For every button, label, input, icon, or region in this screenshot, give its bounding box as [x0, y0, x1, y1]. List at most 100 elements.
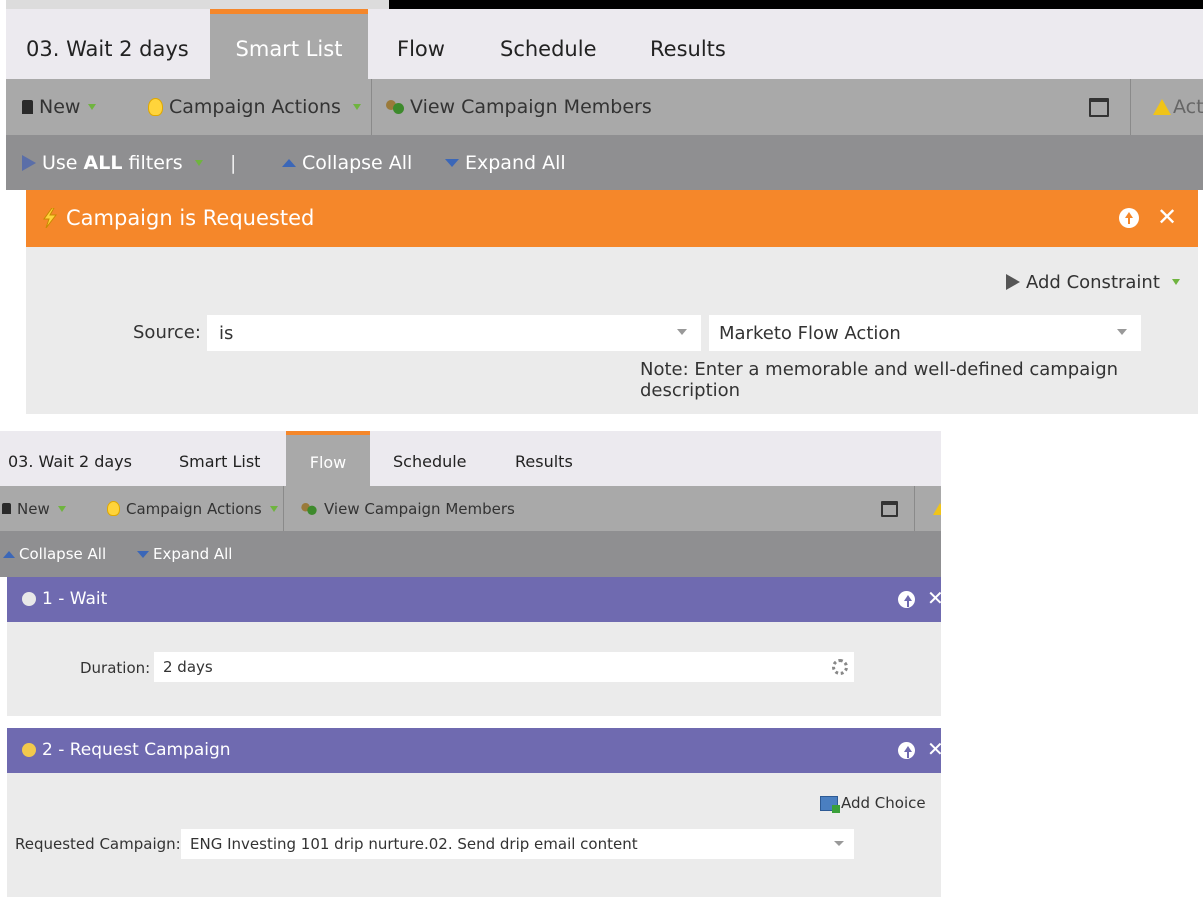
dropdown-arrow-icon — [57, 505, 66, 512]
tab-smart-list[interactable]: Smart List — [210, 9, 368, 79]
toolbar-divider — [371, 79, 372, 135]
requested-campaign-select[interactable]: ENG Investing 101 drip nurture.02. Send … — [181, 829, 854, 859]
warning-icon — [1153, 99, 1171, 115]
toolbar-divider — [283, 486, 284, 531]
chevron-down-icon — [834, 841, 844, 846]
flow-step-wait-header: 1 - Wait ✕ — [7, 577, 941, 622]
move-up-icon[interactable] — [1119, 208, 1139, 228]
collapse-all-button[interactable]: Collapse All — [282, 135, 412, 190]
source-operator-select[interactable]: is — [207, 315, 701, 351]
trigger-body: Add Constraint Source: is Marketo Flow A… — [26, 247, 1198, 414]
activity-button[interactable]: Act — [1153, 79, 1203, 135]
constraint-icon — [1006, 274, 1020, 290]
trigger-bolt-icon — [43, 208, 58, 228]
expand-icon — [137, 550, 149, 558]
collapse-all-label: Collapse All — [302, 151, 413, 174]
collapse-all-button[interactable]: Collapse All — [3, 531, 106, 577]
tab-bar: 03. Wait 2 days Smart List Flow Schedule… — [0, 431, 941, 486]
tab-results[interactable]: Results — [650, 9, 726, 79]
gear-icon[interactable] — [832, 659, 848, 675]
campaign-actions-label: Campaign Actions — [126, 499, 262, 518]
lightbulb-icon — [107, 501, 120, 516]
trigger-header: Campaign is Requested ✕ — [26, 190, 1198, 247]
requested-campaign-value: ENG Investing 101 drip nurture.02. Send … — [190, 835, 638, 853]
toolbar-divider — [914, 486, 915, 531]
new-menu-label: New — [39, 96, 81, 118]
collapse-all-label: Collapse All — [19, 545, 107, 563]
new-menu-button[interactable]: New — [2, 486, 66, 531]
toolbar-divider — [1130, 79, 1131, 135]
add-constraint-label: Add Constraint — [1026, 271, 1160, 293]
new-document-icon — [2, 503, 11, 514]
people-icon — [384, 98, 406, 116]
window-toggle-button[interactable] — [881, 486, 898, 531]
view-campaign-members-button[interactable]: View Campaign Members — [298, 486, 515, 531]
campaign-actions-button[interactable]: Campaign Actions — [107, 486, 278, 531]
duration-label: Duration: — [80, 659, 151, 677]
chevron-down-icon — [677, 329, 687, 335]
campaign-actions-button[interactable]: Campaign Actions — [148, 79, 361, 135]
source-operator-value: is — [219, 322, 234, 344]
tab-campaign-name[interactable]: 03. Wait 2 days — [26, 9, 189, 79]
new-menu-label: New — [17, 499, 50, 518]
view-campaign-members-label: View Campaign Members — [324, 499, 515, 518]
chevron-down-icon — [1117, 329, 1127, 335]
flow-step-wait-body: Duration: 2 days — [7, 622, 941, 716]
dropdown-arrow-icon — [194, 159, 203, 166]
toolbar: New Campaign Actions View Campaign Membe… — [0, 486, 941, 531]
duration-value: 2 days — [163, 658, 213, 676]
add-choice-label: Add Choice — [841, 794, 926, 812]
source-value-text: Marketo Flow Action — [719, 322, 901, 344]
use-all-filters-menu[interactable]: Use ALL filters — [22, 135, 203, 190]
clock-icon — [22, 592, 36, 606]
collapse-icon — [3, 550, 15, 558]
new-menu-button[interactable]: New — [22, 79, 97, 135]
tab-flow[interactable]: Flow — [397, 9, 445, 79]
close-icon[interactable]: ✕ — [1157, 205, 1177, 229]
tab-smart-list[interactable]: Smart List — [179, 431, 260, 486]
move-up-icon[interactable] — [898, 742, 915, 759]
expand-all-button[interactable]: Expand All — [137, 531, 232, 577]
window-toggle-button[interactable] — [1089, 79, 1109, 135]
tab-flow[interactable]: Flow — [286, 431, 370, 486]
source-label: Source: — [133, 322, 201, 343]
window-icon — [881, 500, 898, 517]
filter-bar: Collapse All Expand All — [0, 531, 941, 577]
campaign-actions-label: Campaign Actions — [169, 96, 341, 118]
view-campaign-members-button[interactable]: View Campaign Members — [384, 79, 652, 135]
expand-all-label: Expand All — [153, 545, 233, 563]
move-up-icon[interactable] — [898, 591, 915, 608]
duration-field[interactable]: 2 days — [154, 652, 854, 682]
flow-step-request-campaign-body: Add Choice Requested Campaign: ENG Inves… — [7, 773, 941, 897]
tab-results[interactable]: Results — [515, 431, 573, 486]
lightbulb-icon — [148, 98, 163, 116]
dropdown-arrow-icon — [352, 104, 361, 110]
lightbulb-icon — [22, 743, 36, 757]
tab-bar: 03. Wait 2 days Smart List Flow Schedule… — [6, 9, 1203, 79]
close-icon[interactable]: ✕ — [927, 588, 941, 608]
flow-panel: 03. Wait 2 days Smart List Flow Schedule… — [0, 431, 941, 897]
trigger-title: Campaign is Requested — [66, 206, 315, 230]
flow-step-title: 1 - Wait — [42, 589, 108, 609]
tab-schedule[interactable]: Schedule — [500, 9, 597, 79]
add-constraint-button[interactable]: Add Constraint — [1006, 267, 1180, 297]
use-filters-bold: ALL — [83, 151, 123, 174]
filter-icon — [22, 154, 36, 171]
expand-icon — [445, 158, 459, 167]
close-icon[interactable]: ✕ — [927, 739, 941, 759]
activity-button[interactable] — [933, 486, 941, 531]
tab-campaign-name[interactable]: 03. Wait 2 days — [8, 431, 132, 486]
tab-schedule[interactable]: Schedule — [393, 431, 467, 486]
use-filters-prefix: Use — [42, 151, 84, 174]
window-icon — [1089, 97, 1109, 117]
activity-label: Act — [1173, 96, 1203, 118]
expand-all-button[interactable]: Expand All — [445, 135, 566, 190]
filter-bar: Use ALL filters | Collapse All Expand Al… — [6, 135, 1203, 190]
flow-step-title: 2 - Request Campaign — [42, 740, 231, 760]
source-value-select[interactable]: Marketo Flow Action — [709, 315, 1141, 351]
dropdown-arrow-icon — [88, 104, 97, 110]
flow-step-request-campaign-header: 2 - Request Campaign ✕ — [7, 728, 941, 773]
filter-separator: | — [230, 151, 237, 174]
add-choice-button[interactable]: Add Choice — [820, 791, 926, 815]
toolbar: New Campaign Actions View Campaign Membe… — [6, 79, 1203, 135]
